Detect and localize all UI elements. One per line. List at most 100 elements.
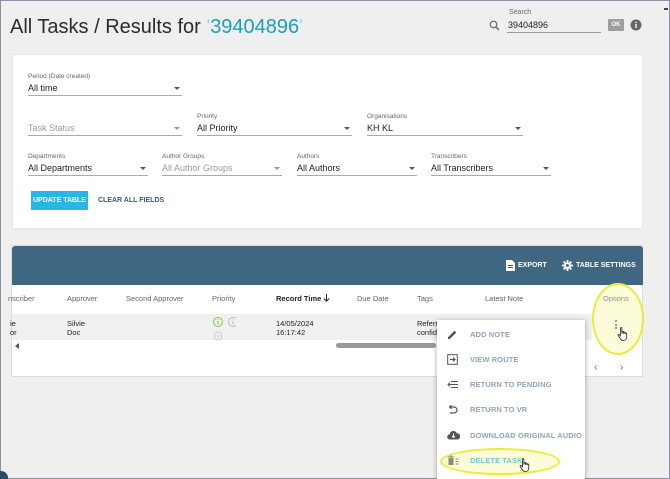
priority-select[interactable]: All Priority <box>197 122 352 136</box>
period-select[interactable]: All time <box>28 82 182 96</box>
query-quote-close: ' <box>299 16 303 38</box>
period-field[interactable]: Period (Date created) All time <box>28 73 182 96</box>
document-icon <box>506 260 515 271</box>
return-to-vr-label: RETURN TO VR <box>470 404 528 414</box>
column-header-record-time[interactable]: Record Time <box>276 294 330 303</box>
tags-line-2: confid <box>417 328 438 337</box>
transcribers-select[interactable]: All Transcribers <box>431 162 551 176</box>
column-header-second-approver[interactable]: Second Approver <box>126 294 184 303</box>
export-button[interactable]: EXPORT <box>506 260 547 271</box>
scroll-left-arrow-icon[interactable] <box>15 343 19 349</box>
page-title-query: 39404896 <box>210 16 300 38</box>
cell-approver: Silvie Doc <box>67 319 85 337</box>
add-note-label: ADD NOTE <box>470 329 510 339</box>
organisations-field[interactable]: Organisations KH KL <box>367 113 523 136</box>
authors-value: All Authors <box>297 163 341 173</box>
table-settings-button[interactable]: TABLE SETTINGS <box>562 260 636 271</box>
update-table-button[interactable]: UPDATE TABLE <box>31 191 88 210</box>
cloud-download-icon <box>447 431 460 440</box>
menu-item-return-to-vr[interactable]: RETURN TO VR <box>437 398 585 420</box>
author-groups-field[interactable]: Author Groups All Author Groups <box>162 153 282 176</box>
arrow-down-icon <box>323 294 330 302</box>
record-time-label: Record Time <box>276 294 322 303</box>
page-title-text: All Tasks / Results for <box>10 16 207 38</box>
cell-tags: Referr confid <box>417 319 438 337</box>
departments-value: All Departments <box>28 163 93 173</box>
chevron-down-icon <box>174 127 180 130</box>
priority-field[interactable]: Priority All Priority <box>197 113 352 136</box>
tags-line-1: Referr <box>417 319 438 328</box>
search-label: Search <box>509 9 532 16</box>
menu-item-add-note[interactable]: ADD NOTE <box>437 323 585 345</box>
author-groups-label: Author Groups <box>162 153 205 160</box>
transcriber-line-2: or <box>10 328 17 337</box>
transcribers-field[interactable]: Transcribers All Transcribers <box>431 153 551 176</box>
export-label: EXPORT <box>518 262 547 269</box>
organisations-select[interactable]: KH KL <box>367 122 523 136</box>
period-value: All time <box>28 83 58 93</box>
pager-prev-button[interactable]: ‹ <box>594 362 597 373</box>
task-status-placeholder: Task Status <box>28 123 75 133</box>
view-route-label: VIEW ROUTE <box>470 354 519 364</box>
approver-line-1: Silvie <box>67 319 85 328</box>
delete-task-label: DELETE TASK <box>470 455 523 465</box>
column-header-priority[interactable]: Priority <box>212 294 235 303</box>
approver-line-2: Doc <box>67 328 81 337</box>
chevron-down-icon <box>515 127 521 130</box>
table-toolbar: EXPORT TABLE SETTINGS <box>12 246 643 285</box>
table-settings-label: TABLE SETTINGS <box>576 262 636 269</box>
period-label: Period (Date created) <box>28 73 91 80</box>
chevron-down-icon <box>140 167 146 170</box>
corner-avatar-dot <box>0 471 8 479</box>
return-pending-icon <box>447 381 458 388</box>
column-header-transcriber[interactable]: nscriber <box>8 294 35 303</box>
departments-select[interactable]: All Departments <box>28 162 148 176</box>
priority-value: All Priority <box>197 123 238 133</box>
transcribers-value: All Transcribers <box>431 163 494 173</box>
scrollbar-thumb[interactable] <box>336 343 436 348</box>
column-header-tags[interactable]: Tags <box>417 294 433 303</box>
row-options-menu: ADD NOTE VIEW ROUTE RETURN TO PENDING RE… <box>437 320 585 479</box>
clear-all-fields-button[interactable]: CLEAR ALL FIELDS <box>98 191 164 210</box>
hand-cursor-icon <box>519 458 530 472</box>
task-status-select[interactable]: Task Status <box>28 122 182 136</box>
task-status-label <box>28 113 182 122</box>
pager-next-button[interactable]: › <box>620 362 623 373</box>
search-icon[interactable] <box>489 20 500 31</box>
organisations-value: KH KL <box>367 123 394 133</box>
task-status-field[interactable]: Task Status <box>28 113 182 136</box>
priority-label: Priority <box>197 113 218 120</box>
author-groups-select[interactable]: All Author Groups <box>162 162 282 176</box>
departments-field[interactable]: Departments All Departments <box>28 153 148 176</box>
info-icon[interactable] <box>630 19 642 31</box>
chevron-down-icon <box>543 167 549 170</box>
cell-transcriber: ie or <box>10 319 17 337</box>
organisations-label: Organisations <box>367 113 408 120</box>
download-original-audio-label: DOWNLOAD ORIGINAL AUDIO <box>470 430 582 440</box>
hand-cursor-icon <box>617 327 628 341</box>
pencil-icon <box>448 330 457 339</box>
menu-item-download-original-audio[interactable]: DOWNLOAD ORIGINAL AUDIO <box>437 424 585 446</box>
page-header: All Tasks / Results for '39404896' Searc… <box>0 0 670 52</box>
menu-item-delete-task[interactable]: DELETE TASK <box>437 449 585 471</box>
authors-field[interactable]: Authors All Authors <box>297 153 417 176</box>
menu-item-view-route[interactable]: VIEW ROUTE <box>437 348 585 370</box>
search-input[interactable] <box>507 18 601 33</box>
authors-label: Authors <box>297 153 320 160</box>
chevron-down-icon <box>274 167 280 170</box>
column-header-latest-note[interactable]: Latest Note <box>485 294 523 303</box>
search-ok-button[interactable]: OK <box>608 19 624 31</box>
transcriber-line-1: ie <box>10 319 16 328</box>
cell-record-time: 14/05/2024 16:17:42 <box>276 319 314 337</box>
authors-select[interactable]: All Authors <box>297 162 417 176</box>
menu-item-return-to-pending[interactable]: RETURN TO PENDING <box>437 373 585 395</box>
column-header-due-date[interactable]: Due Date <box>357 294 389 303</box>
route-icon <box>447 354 458 365</box>
trash-icon <box>447 455 459 465</box>
chevron-down-icon <box>344 127 350 130</box>
return-to-pending-label: RETURN TO PENDING <box>470 379 552 389</box>
cell-priority <box>212 316 238 342</box>
chevron-down-icon <box>409 167 415 170</box>
departments-label: Departments <box>28 153 66 160</box>
column-header-approver[interactable]: Approver <box>67 294 97 303</box>
